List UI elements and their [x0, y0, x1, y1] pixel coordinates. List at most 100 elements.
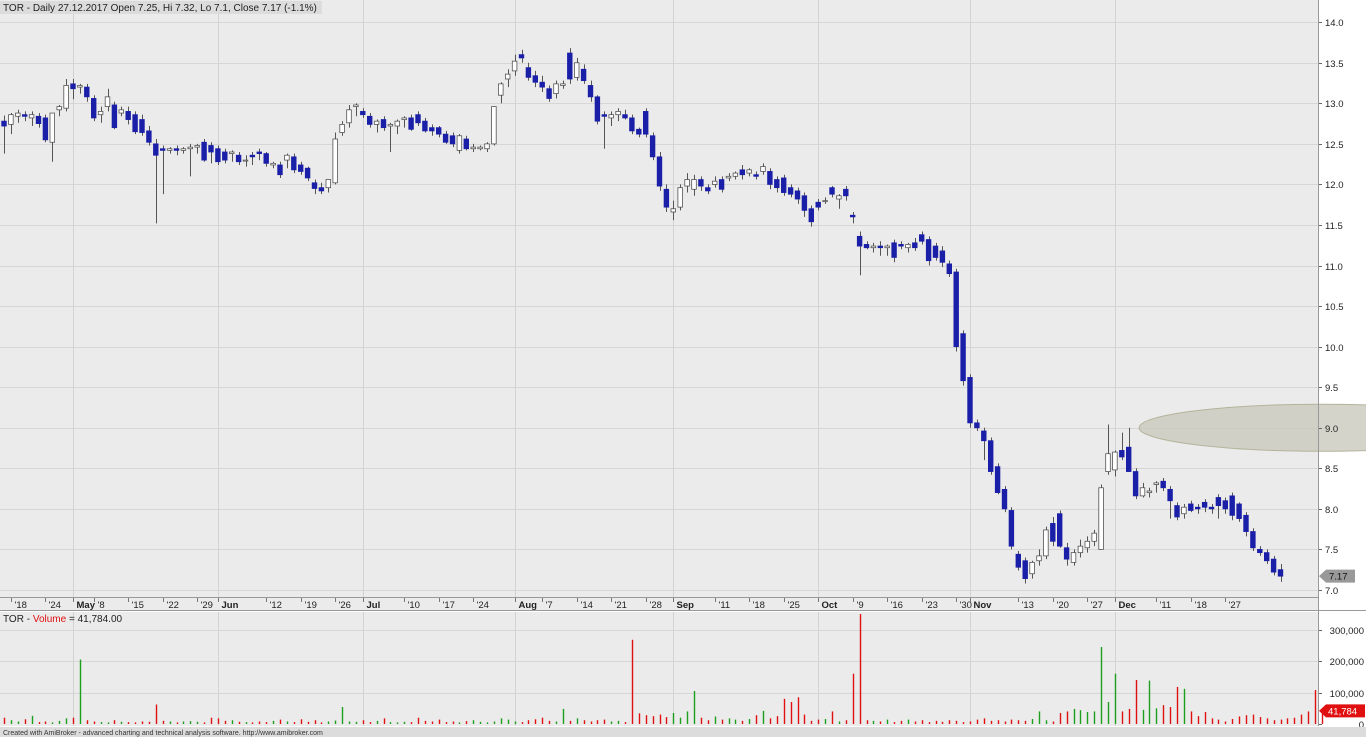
candle[interactable]: [111, 101, 118, 130]
candle-body-up: [553, 83, 559, 94]
candle-body-up: [684, 179, 690, 187]
candle-body-down: [408, 117, 414, 130]
day-label: '27: [1229, 600, 1241, 611]
candle-body-up: [712, 180, 718, 185]
candle-body-down: [277, 164, 283, 176]
candle-body-up: [504, 73, 511, 80]
candle[interactable]: [1270, 555, 1277, 576]
price-tick-label: 9.0: [1325, 424, 1338, 435]
candle-body-down: [815, 201, 821, 208]
candle[interactable]: [1015, 551, 1021, 571]
candle-body-up: [470, 146, 476, 150]
candle[interactable]: [91, 95, 97, 122]
candle-body-up: [691, 179, 697, 190]
candle[interactable]: [1008, 507, 1015, 550]
price-tick-label: 8.5: [1325, 464, 1338, 475]
candle[interactable]: [1001, 486, 1008, 513]
candle-body-down: [801, 195, 808, 211]
candle-body-down: [856, 235, 863, 247]
candle-body-up: [670, 208, 676, 213]
candle[interactable]: [1057, 510, 1063, 548]
day-label: '26: [339, 600, 351, 611]
candle-body-down: [1174, 505, 1180, 518]
price-tick-label: 13.0: [1325, 99, 1344, 110]
candle-body-down: [932, 245, 939, 258]
candle-body-down: [988, 440, 994, 472]
candle-body-down: [91, 98, 97, 119]
candle[interactable]: [215, 145, 221, 165]
candle-body-down: [1257, 548, 1263, 554]
candle[interactable]: [1043, 526, 1049, 560]
candle-body-down: [919, 234, 925, 242]
candle-body-down: [863, 244, 870, 249]
candle[interactable]: [132, 111, 138, 135]
volume-label: TOR - Volume = 41,784.00: [3, 614, 123, 625]
candle[interactable]: [953, 268, 959, 352]
candle-body-down: [1119, 450, 1125, 458]
candle-body-up: [63, 85, 69, 109]
candle-body-down: [208, 145, 214, 153]
candle[interactable]: [1250, 528, 1256, 552]
day-label: '9: [857, 600, 864, 611]
candle-body-up: [1043, 529, 1049, 557]
day-label: '10: [408, 600, 420, 611]
candle-body-down: [994, 466, 1001, 494]
candle-body-down: [794, 190, 801, 200]
candle[interactable]: [332, 132, 338, 185]
candle[interactable]: [960, 330, 966, 386]
candle-body-up: [732, 172, 739, 177]
candle[interactable]: [967, 374, 973, 428]
candle[interactable]: [201, 139, 207, 162]
candle-body-up: [1029, 561, 1035, 575]
candle-body-up: [97, 111, 104, 116]
price-tick-label: 12.0: [1325, 180, 1344, 191]
chart-title: TOR - Daily 27.12.2017 Open 7.25, Hi 7.3…: [3, 3, 317, 14]
candle[interactable]: [988, 437, 994, 475]
price-tick-label: 14.0: [1325, 18, 1344, 29]
candle[interactable]: [291, 153, 297, 174]
month-label: Jul: [367, 600, 381, 611]
candle-body-down: [649, 135, 656, 158]
candle[interactable]: [781, 174, 787, 196]
month-label: Jun: [222, 600, 239, 611]
candle[interactable]: [677, 184, 683, 211]
candle-body-down: [1264, 552, 1270, 562]
candle[interactable]: [567, 48, 573, 84]
candle[interactable]: [594, 95, 601, 125]
candle-body-down: [753, 174, 759, 177]
price-tick-label: 10.5: [1325, 302, 1344, 313]
day-label: '28: [650, 600, 662, 611]
candle-body-up: [1181, 506, 1187, 515]
candle-body-up: [1105, 453, 1111, 472]
candle[interactable]: [491, 106, 497, 146]
day-label: '17: [443, 600, 455, 611]
candle[interactable]: [456, 134, 463, 154]
candle-body-down: [580, 68, 587, 82]
candle-body-down: [435, 127, 442, 135]
candle[interactable]: [1098, 484, 1104, 550]
volume-tick-label: 100,000: [1330, 689, 1364, 700]
candle[interactable]: [994, 463, 1001, 495]
candle[interactable]: [643, 108, 649, 138]
candle-body-down: [429, 127, 435, 132]
candle-body-down: [663, 188, 670, 208]
candle[interactable]: [649, 132, 656, 161]
day-label: '20: [1057, 600, 1069, 611]
candle-body-up: [484, 143, 490, 150]
candle[interactable]: [629, 114, 635, 135]
candle[interactable]: [656, 151, 663, 191]
candle-body-down: [159, 148, 166, 151]
day-label: '23: [926, 600, 938, 611]
day-label: '11: [1160, 600, 1172, 611]
candle[interactable]: [42, 114, 49, 143]
candle[interactable]: [1236, 502, 1242, 522]
candle[interactable]: [1132, 468, 1139, 500]
price-volume-chart[interactable]: 7.0 7.5 8.0 8.5 9.0 9.5 10.0 10.5 11.0 11.5 12.0 12…: [0, 0, 1366, 737]
candle-body-down: [898, 244, 904, 247]
candle-body-up: [477, 146, 483, 150]
volume-axis: 0100,000200,000300,00041,784: [1318, 626, 1365, 731]
candle-body-down: [850, 214, 856, 218]
candle-body-down: [1201, 501, 1208, 508]
candle-body-down: [912, 242, 918, 249]
candle-body-up: [491, 106, 497, 145]
